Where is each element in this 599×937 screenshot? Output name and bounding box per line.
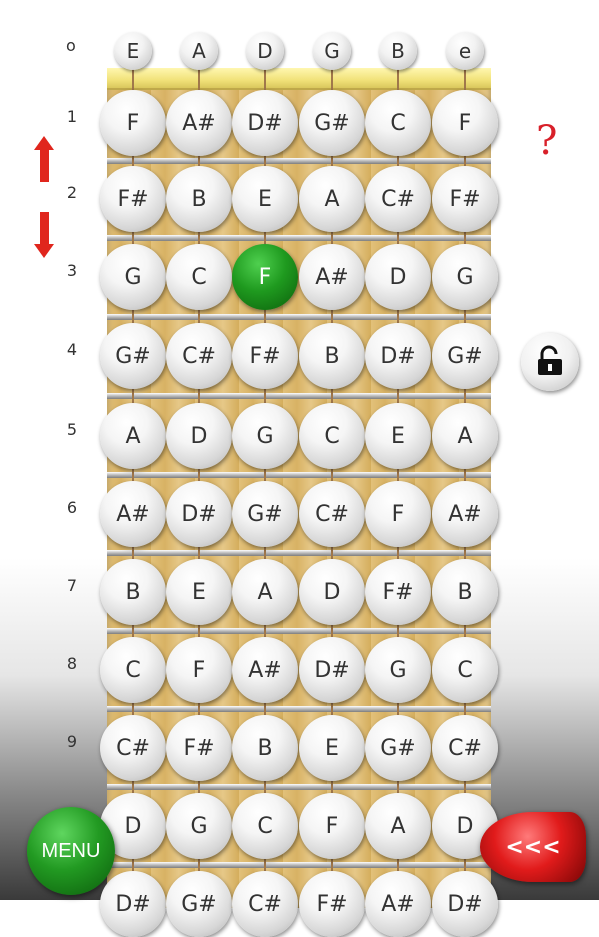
- fret-note-button[interactable]: E: [365, 403, 431, 469]
- fret-note-button[interactable]: B: [100, 559, 166, 625]
- fret-note-button[interactable]: D: [166, 403, 232, 469]
- scroll-up-arrow-icon[interactable]: [34, 136, 54, 182]
- fret-wire: [107, 784, 491, 790]
- fret-wire: [107, 862, 491, 868]
- fret-note-button[interactable]: D: [299, 559, 365, 625]
- fret-note-button[interactable]: A#: [100, 481, 166, 547]
- fret-note-button[interactable]: C#: [166, 323, 232, 389]
- menu-button[interactable]: MENU: [27, 807, 115, 895]
- fret-number-label: 8: [66, 654, 78, 673]
- nut: [107, 68, 491, 90]
- fret-note-button[interactable]: F#: [365, 559, 431, 625]
- fret-wire: [107, 472, 491, 478]
- help-button[interactable]: ?: [536, 118, 557, 164]
- scroll-down-arrow-icon[interactable]: [34, 212, 54, 258]
- fret-note-button[interactable]: C: [232, 793, 298, 859]
- fret-note-button[interactable]: F#: [232, 323, 298, 389]
- fret-wire: [107, 628, 491, 634]
- fret-note-button[interactable]: A#: [232, 637, 298, 703]
- fret-note-button[interactable]: G: [232, 403, 298, 469]
- fret-wire: [107, 158, 491, 164]
- fret-note-button[interactable]: C: [166, 244, 232, 310]
- fret-wire: [107, 550, 491, 556]
- fret-note-button[interactable]: A#: [432, 481, 498, 547]
- fret-note-button[interactable]: D#: [299, 637, 365, 703]
- fret-note-button[interactable]: F#: [432, 166, 498, 232]
- fret-note-button[interactable]: G#: [100, 323, 166, 389]
- fret-note-button[interactable]: D#: [432, 871, 498, 937]
- fret-number-label: 4: [66, 340, 78, 359]
- fret-note-button[interactable]: D#: [100, 871, 166, 937]
- open-string-note[interactable]: G: [313, 32, 351, 70]
- fret-note-button[interactable]: A: [432, 403, 498, 469]
- lock-button[interactable]: [521, 333, 579, 391]
- fret-note-button[interactable]: A: [232, 559, 298, 625]
- unlock-icon: [538, 345, 562, 375]
- fret-number-label: 5: [66, 420, 78, 439]
- fret-wire: [107, 313, 491, 320]
- fret-note-button[interactable]: C: [365, 90, 431, 156]
- fret-note-button[interactable]: F#: [166, 715, 232, 781]
- fret-note-button[interactable]: C: [100, 637, 166, 703]
- fret-note-button[interactable]: G#: [299, 90, 365, 156]
- fret-note-button[interactable]: C: [432, 637, 498, 703]
- fret-note-button[interactable]: B: [299, 323, 365, 389]
- open-string-marker: o: [66, 36, 76, 55]
- fret-note-button[interactable]: G#: [432, 323, 498, 389]
- fret-number-label: 1: [66, 107, 78, 126]
- fret-note-button[interactable]: E: [232, 166, 298, 232]
- fret-note-button[interactable]: C: [299, 403, 365, 469]
- fret-number-label: 3: [66, 261, 78, 280]
- fret-note-button[interactable]: G: [100, 244, 166, 310]
- fret-note-button[interactable]: A#: [365, 871, 431, 937]
- fret-note-button[interactable]: A: [100, 403, 166, 469]
- fret-note-button[interactable]: C#: [432, 715, 498, 781]
- open-string-note[interactable]: e: [446, 32, 484, 70]
- open-string-note[interactable]: E: [114, 32, 152, 70]
- fret-note-button[interactable]: A#: [166, 90, 232, 156]
- fret-note-button[interactable]: B: [232, 715, 298, 781]
- fret-note-button[interactable]: C#: [365, 166, 431, 232]
- fret-note-button[interactable]: D: [365, 244, 431, 310]
- fret-number-label: 2: [66, 183, 78, 202]
- fret-note-button[interactable]: B: [166, 166, 232, 232]
- fret-note-button[interactable]: E: [166, 559, 232, 625]
- fret-number-label: 7: [66, 576, 78, 595]
- fret-note-button[interactable]: A#: [299, 244, 365, 310]
- open-string-note[interactable]: B: [379, 32, 417, 70]
- fret-note-button[interactable]: F: [100, 90, 166, 156]
- fret-note-button[interactable]: F: [166, 637, 232, 703]
- fret-number-label: 9: [66, 732, 78, 751]
- fret-wire: [107, 393, 491, 399]
- fret-note-button[interactable]: F#: [299, 871, 365, 937]
- fret-note-button[interactable]: A: [365, 793, 431, 859]
- fret-note-button[interactable]: G: [432, 244, 498, 310]
- fret-note-button[interactable]: G#: [166, 871, 232, 937]
- fret-note-button[interactable]: G: [365, 637, 431, 703]
- fret-note-button[interactable]: C#: [232, 871, 298, 937]
- fret-number-label: 6: [66, 498, 78, 517]
- open-string-note[interactable]: D: [246, 32, 284, 70]
- fret-wire: [107, 706, 491, 712]
- fret-wire: [107, 235, 491, 241]
- fret-note-button[interactable]: F#: [100, 166, 166, 232]
- back-button[interactable]: <<<: [480, 812, 586, 882]
- fret-note-button[interactable]: D#: [365, 323, 431, 389]
- fret-note-button[interactable]: G#: [232, 481, 298, 547]
- fret-note-button[interactable]: F: [232, 244, 298, 310]
- fret-note-button[interactable]: C#: [100, 715, 166, 781]
- fret-note-button[interactable]: F: [365, 481, 431, 547]
- fret-note-button[interactable]: D#: [232, 90, 298, 156]
- fret-note-button[interactable]: F: [432, 90, 498, 156]
- fret-note-button[interactable]: B: [432, 559, 498, 625]
- fret-note-button[interactable]: A: [299, 166, 365, 232]
- fret-note-button[interactable]: F: [299, 793, 365, 859]
- fret-note-button[interactable]: E: [299, 715, 365, 781]
- fret-note-button[interactable]: G#: [365, 715, 431, 781]
- fret-note-button[interactable]: C#: [299, 481, 365, 547]
- fret-note-button[interactable]: G: [166, 793, 232, 859]
- open-string-note[interactable]: A: [180, 32, 218, 70]
- fret-note-button[interactable]: D#: [166, 481, 232, 547]
